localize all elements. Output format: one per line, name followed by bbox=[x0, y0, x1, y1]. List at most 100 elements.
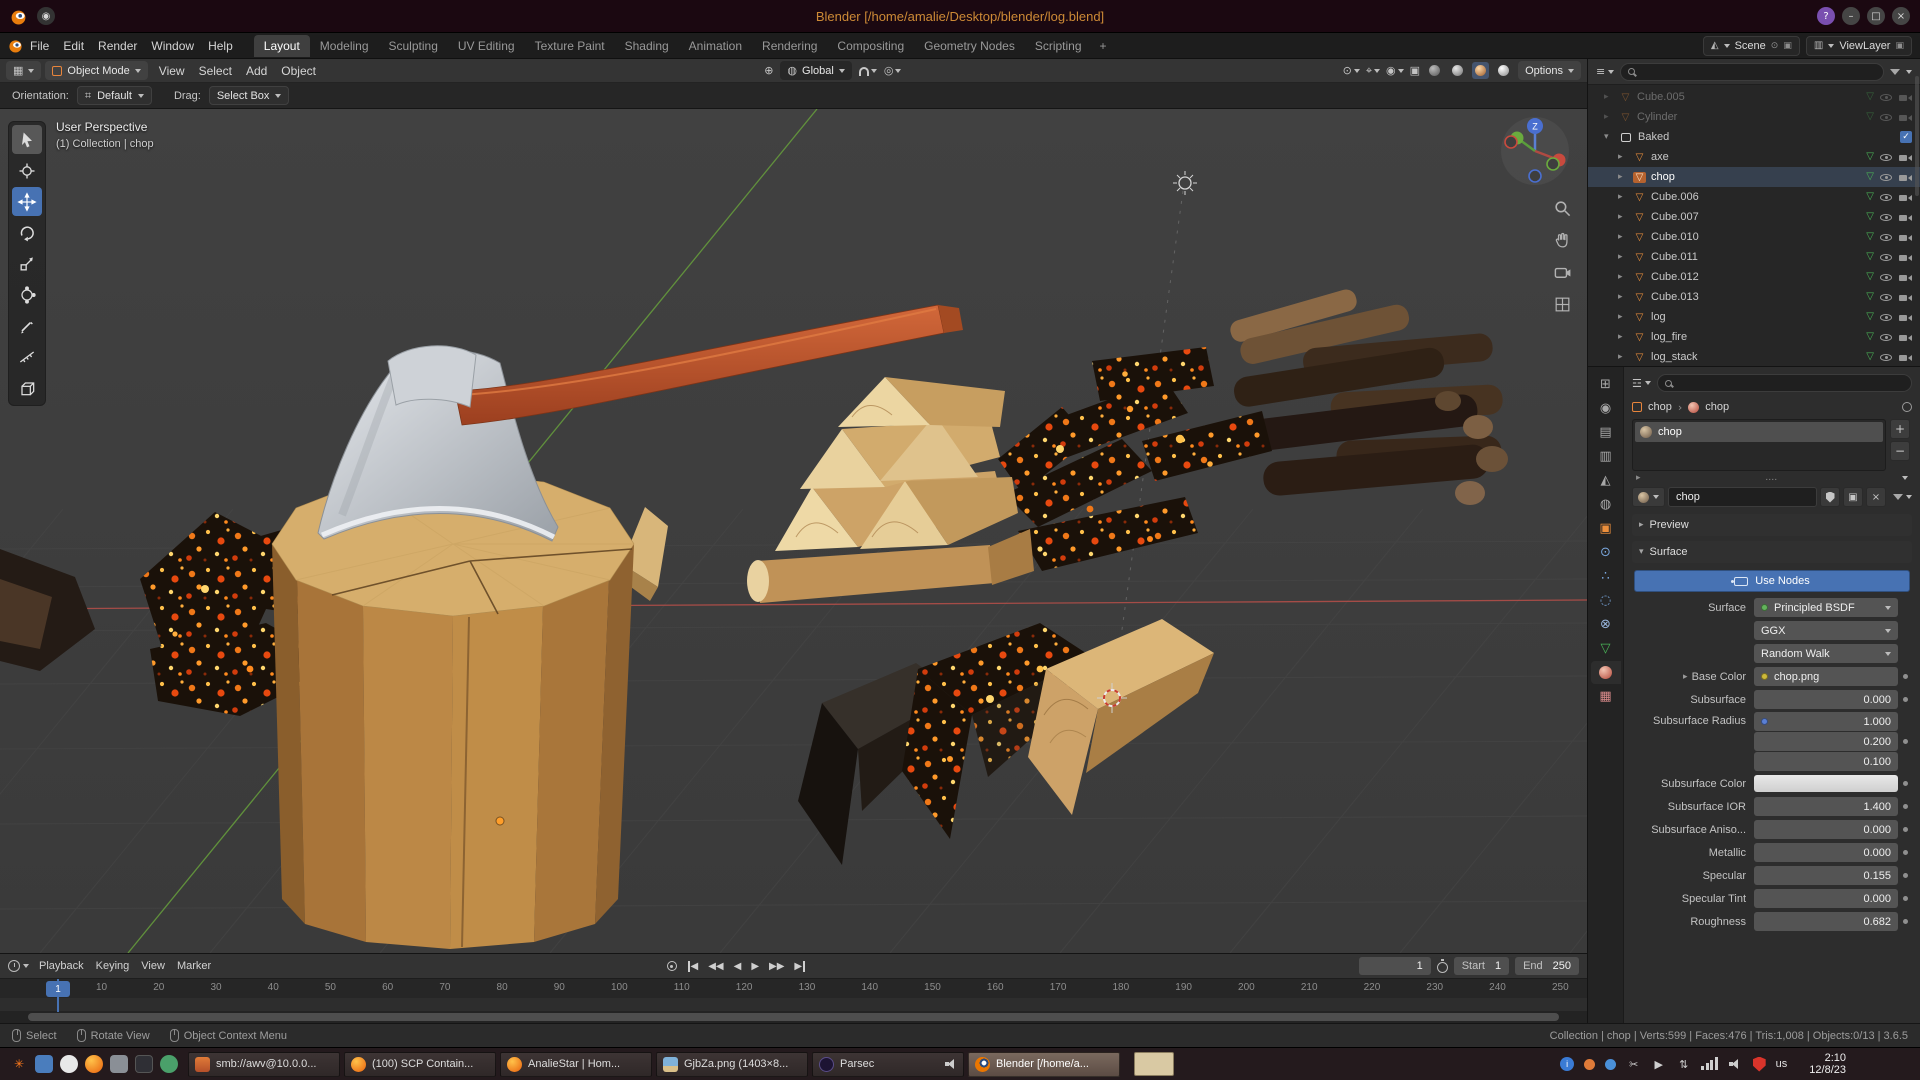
camera-visibility-icon[interactable] bbox=[1898, 291, 1912, 304]
filter-icon[interactable] bbox=[1893, 494, 1903, 500]
zoom-icon[interactable] bbox=[1553, 199, 1572, 218]
eye-icon[interactable] bbox=[1879, 331, 1893, 344]
properties-tab-render[interactable]: ◉ bbox=[1591, 397, 1621, 420]
distribution-dropdown[interactable]: GGX bbox=[1754, 621, 1898, 640]
decorator-dot[interactable] bbox=[1903, 850, 1908, 855]
viewlayer-selector[interactable]: ▥ ViewLayer ▣ bbox=[1806, 36, 1912, 56]
properties-tab-tool[interactable]: ⊞ bbox=[1591, 373, 1621, 396]
timeline-ruler[interactable]: 1 10203040506070809010011012013014015016… bbox=[0, 978, 1587, 998]
workspace-tab[interactable]: Scripting bbox=[1025, 35, 1092, 57]
viewport-menu-item[interactable]: View bbox=[152, 62, 192, 80]
window-menu-icon[interactable]: ◉ bbox=[37, 7, 55, 25]
eye-icon[interactable] bbox=[1879, 171, 1893, 184]
scale-tool-button[interactable] bbox=[12, 249, 42, 278]
taskbar-window-button[interactable]: AnalieStar | Hom... bbox=[500, 1052, 652, 1077]
disclosure-arrow-icon[interactable] bbox=[1618, 292, 1628, 302]
outliner-row[interactable]: Cube.012 ▽ ✓ bbox=[1588, 267, 1920, 287]
disclosure-arrow-icon[interactable] bbox=[1618, 232, 1628, 242]
add-cube-tool-button[interactable] bbox=[12, 373, 42, 402]
outliner-scrollbar[interactable] bbox=[1915, 76, 1919, 196]
keyboard-layout-indicator[interactable]: us bbox=[1776, 1058, 1788, 1070]
transform-pivot-icon[interactable]: ⊕ bbox=[764, 64, 773, 77]
properties-editor-type-button[interactable]: ☲ bbox=[1632, 377, 1651, 390]
add-slot-button[interactable]: + bbox=[1890, 419, 1910, 439]
camera-visibility-icon[interactable] bbox=[1898, 151, 1912, 164]
eye-icon[interactable] bbox=[1879, 191, 1893, 204]
breadcrumb-material[interactable]: chop bbox=[1705, 401, 1729, 413]
jump-to-start-button[interactable]: ◀ bbox=[685, 959, 702, 974]
mode-dropdown[interactable]: Object Mode bbox=[45, 61, 147, 80]
file-manager-icon[interactable] bbox=[35, 1055, 53, 1073]
eye-icon[interactable] bbox=[1879, 111, 1893, 124]
specular-tint-slider[interactable]: 0.000 bbox=[1754, 889, 1898, 908]
network-icon[interactable] bbox=[1701, 1058, 1718, 1070]
color-picker-window-thumb[interactable] bbox=[1134, 1052, 1174, 1076]
outliner-row[interactable]: Cube.013 ▽ ✓ bbox=[1588, 287, 1920, 307]
decorator-dot[interactable] bbox=[1903, 739, 1908, 744]
outliner-filter-dropdown[interactable] bbox=[1906, 70, 1912, 74]
metallic-slider[interactable]: 0.000 bbox=[1754, 843, 1898, 862]
chopping-block[interactable] bbox=[272, 472, 634, 949]
expand-icon[interactable]: ▸ bbox=[1636, 473, 1641, 483]
decorator-dot[interactable] bbox=[1903, 804, 1908, 809]
use-nodes-button[interactable]: Use Nodes bbox=[1634, 570, 1910, 592]
subsurface-color-swatch[interactable] bbox=[1754, 775, 1898, 792]
breadcrumb-object[interactable]: chop bbox=[1648, 401, 1672, 413]
unlink-material-button[interactable]: × bbox=[1866, 487, 1886, 507]
camera-view-icon[interactable] bbox=[1553, 263, 1572, 282]
radius-z-field[interactable]: 0.100 bbox=[1754, 752, 1898, 771]
properties-tab-texture[interactable]: ▦ bbox=[1591, 685, 1621, 708]
cursor-tool-button[interactable] bbox=[12, 156, 42, 185]
transform-tool-button[interactable] bbox=[12, 280, 42, 309]
gizmos-dropdown[interactable]: ⌖ bbox=[1366, 64, 1380, 78]
workspace-tab[interactable]: Texture Paint bbox=[525, 35, 615, 57]
properties-tab-constraints[interactable]: ⊗ bbox=[1591, 613, 1621, 636]
viewport-canvas[interactable]: User Perspective (1) Collection | chop bbox=[0, 109, 1587, 953]
drag-dots-icon[interactable]: ‥‥ bbox=[1765, 473, 1777, 483]
play-reverse-button[interactable]: ◀ bbox=[731, 959, 745, 974]
camera-visibility-icon[interactable] bbox=[1898, 251, 1912, 264]
update-tray-icon[interactable] bbox=[1584, 1059, 1595, 1070]
pin-icon[interactable]: ⊙ bbox=[1771, 41, 1779, 51]
taskbar-window-button[interactable]: GjbZa.png (1403×8... bbox=[656, 1052, 808, 1077]
timeline-menu-item[interactable]: View bbox=[135, 958, 171, 974]
disclosure-arrow-icon[interactable] bbox=[1618, 352, 1628, 362]
base-color-menu[interactable]: chop.png bbox=[1754, 667, 1898, 686]
workspace-tab[interactable]: Rendering bbox=[752, 35, 827, 57]
properties-tab-particles[interactable]: ∴ bbox=[1591, 565, 1621, 588]
outliner-row[interactable]: Baked ▽ ✓ bbox=[1588, 127, 1920, 147]
taskbar-window-button[interactable]: Parsec bbox=[812, 1052, 964, 1077]
disclosure-arrow-icon[interactable] bbox=[1618, 272, 1628, 282]
menu-item[interactable]: Edit bbox=[56, 37, 91, 55]
specials-dropdown[interactable] bbox=[1902, 476, 1908, 480]
properties-tab-physics[interactable]: ◌ bbox=[1591, 589, 1621, 612]
viewport-menu-item[interactable]: Select bbox=[192, 62, 239, 80]
radius-x-field[interactable]: 1.000 bbox=[1754, 712, 1898, 731]
orientation-dropdown[interactable]: ◍Global bbox=[780, 61, 851, 80]
roughness-slider[interactable]: 0.682 bbox=[1754, 912, 1898, 931]
prev-keyframe-button[interactable]: ◀◀ bbox=[705, 959, 726, 974]
properties-tab-viewlayer[interactable]: ▥ bbox=[1591, 445, 1621, 468]
menu-item[interactable]: Window bbox=[144, 37, 201, 55]
editor-type-button[interactable]: ▦ bbox=[6, 61, 41, 80]
drag-mode-dropdown[interactable]: Select Box bbox=[209, 86, 290, 105]
camera-visibility-icon[interactable] bbox=[1898, 171, 1912, 184]
outliner-row[interactable]: axe ▽ ✓ bbox=[1588, 147, 1920, 167]
transfer-tray-icon[interactable]: ⇅ bbox=[1676, 1057, 1691, 1072]
camera-visibility-icon[interactable] bbox=[1898, 331, 1912, 344]
disclosure-arrow-icon[interactable] bbox=[1604, 92, 1614, 102]
overlays-dropdown[interactable]: ◉ bbox=[1386, 64, 1404, 77]
camera-visibility-icon[interactable] bbox=[1898, 351, 1912, 364]
disclosure-arrow-icon[interactable] bbox=[1618, 172, 1628, 182]
disclosure-arrow-icon[interactable] bbox=[1618, 252, 1628, 262]
disclosure-arrow-icon[interactable] bbox=[1618, 192, 1628, 202]
decorator-dot[interactable] bbox=[1903, 827, 1908, 832]
subsurface-ior-slider[interactable]: 1.400 bbox=[1754, 797, 1898, 816]
new-layer-icon[interactable]: ▣ bbox=[1895, 41, 1904, 51]
start-frame-field[interactable]: Start1 bbox=[1454, 957, 1509, 975]
workspace-tab[interactable]: Compositing bbox=[827, 35, 914, 57]
decorator-dot[interactable] bbox=[1903, 674, 1908, 679]
workspace-tab[interactable]: UV Editing bbox=[448, 35, 525, 57]
viewport-menu-item[interactable]: Add bbox=[239, 62, 274, 80]
shading-material-button[interactable] bbox=[1472, 62, 1489, 79]
